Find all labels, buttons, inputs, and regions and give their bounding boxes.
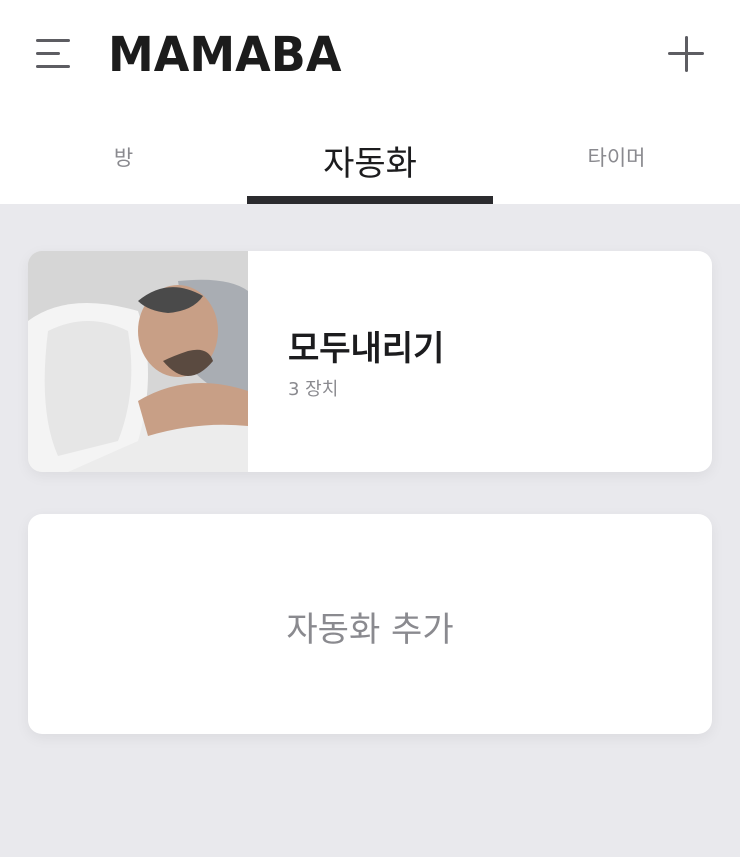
automation-title: 모두내리기 (288, 329, 445, 369)
tab-bar: 방 자동화 타이머 (0, 120, 740, 204)
app-header: MAMABA 방 자동화 타이머 (0, 0, 740, 204)
automation-device-count: 3 장치 (288, 379, 339, 400)
tab-automation[interactable]: 자동화 (247, 120, 493, 204)
tab-label: 자동화 (323, 144, 417, 184)
add-automation-card[interactable]: 자동화 추가 (28, 514, 712, 734)
add-automation-label: 자동화 추가 (286, 610, 454, 650)
tab-label: 타이머 (587, 146, 646, 170)
active-tab-indicator (247, 196, 493, 204)
automation-card[interactable]: 모두내리기 3 장치 (28, 251, 712, 472)
automation-photo (28, 251, 248, 472)
app-logo: MAMABA (108, 25, 342, 83)
plus-icon[interactable] (666, 34, 706, 74)
hamburger-icon[interactable] (34, 38, 74, 70)
tab-timer[interactable]: 타이머 (493, 120, 740, 204)
sleeping-person-image (28, 251, 248, 472)
tab-rooms[interactable]: 방 (0, 120, 247, 204)
tab-label: 방 (113, 146, 134, 170)
